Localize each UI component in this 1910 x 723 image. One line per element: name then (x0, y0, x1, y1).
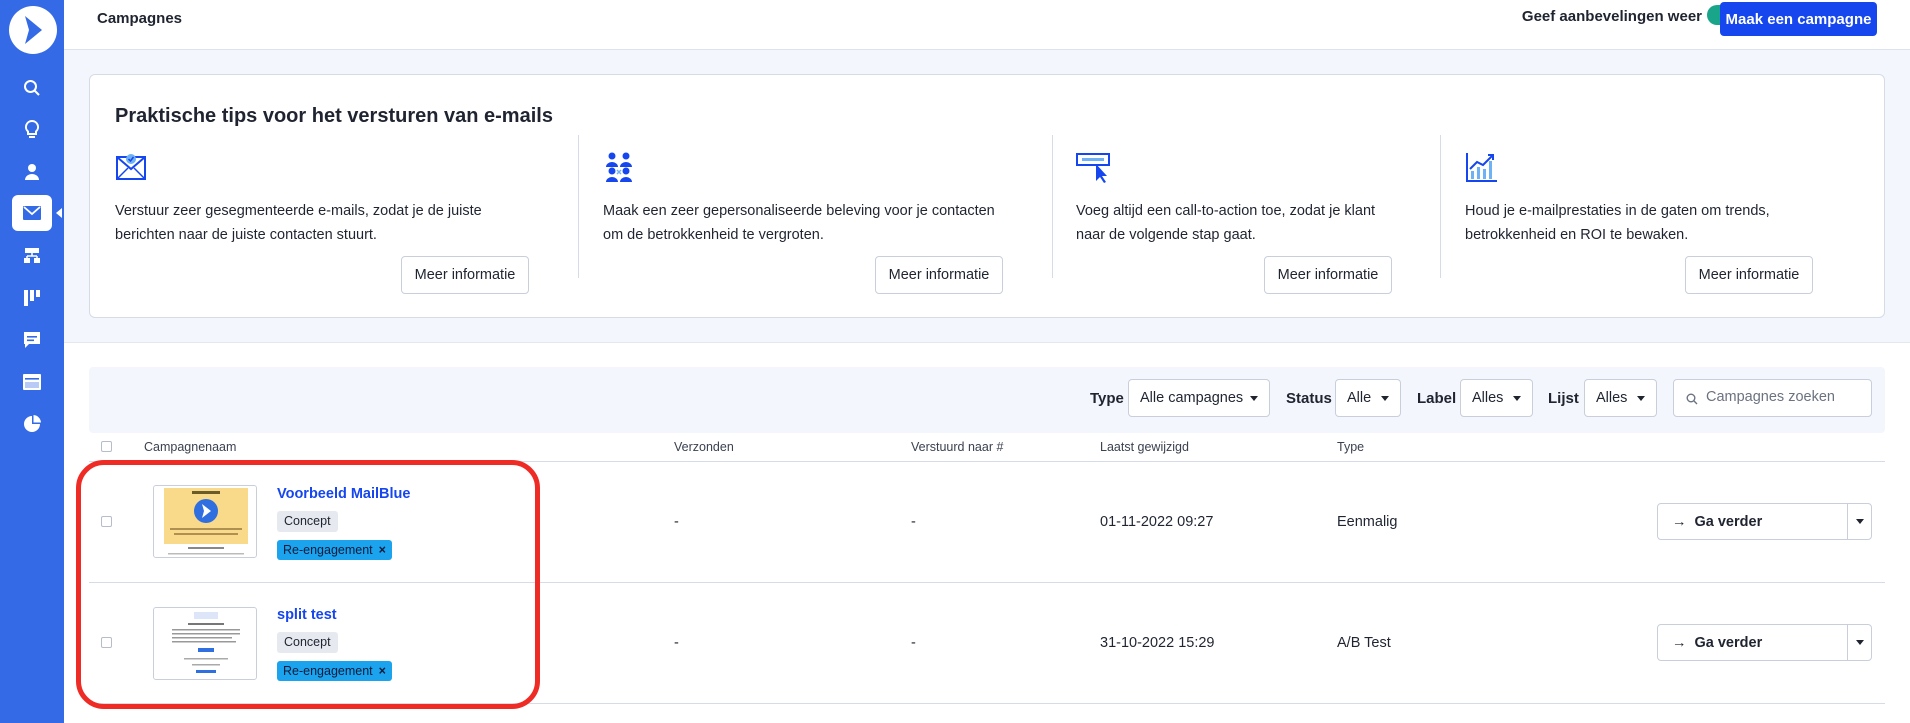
divider (1052, 135, 1053, 278)
continue-button[interactable]: → Ga verder (1658, 625, 1848, 660)
search-icon (1686, 392, 1698, 410)
pipeline-icon[interactable] (12, 280, 52, 316)
search-input[interactable] (1706, 389, 1866, 405)
tips-title: Praktische tips voor het versturen van e… (115, 105, 553, 127)
column-header-name[interactable]: Campagnenaam (144, 440, 236, 454)
status-filter-select[interactable]: Alle (1335, 379, 1401, 417)
tag-badge: Re-engagement × (277, 540, 392, 560)
divider (578, 135, 579, 278)
contacts-icon[interactable] (12, 154, 52, 190)
tag-badge: Re-engagement × (277, 661, 392, 681)
tips-card: Praktische tips voor het versturen van e… (89, 74, 1885, 318)
email-icon[interactable] (12, 195, 62, 231)
arrow-right-icon: → (1672, 514, 1687, 530)
tip-text: Verstuur zeer gesegmenteerde e-mails, zo… (115, 203, 482, 243)
row-checkbox[interactable] (101, 516, 112, 527)
continue-split-button[interactable]: → Ga verder (1657, 503, 1872, 540)
type-filter-select[interactable]: Alle campagnes (1128, 379, 1270, 417)
modified-value: 01-11-2022 09:27 (1100, 514, 1214, 530)
column-header-sent[interactable]: Verzonden (674, 440, 734, 454)
label-filter-select[interactable]: Alles (1460, 379, 1533, 417)
remove-tag-icon[interactable]: × (379, 664, 386, 681)
column-header-type[interactable]: Type (1337, 440, 1364, 454)
caret-down-icon (1250, 396, 1258, 401)
sidebar (0, 0, 64, 723)
label-filter-label: Label (1417, 390, 1457, 407)
recommendations-label: Geef aanbevelingen weer (1521, 8, 1702, 25)
tip-text: Houd je e-mailprestaties in de gaten om … (1465, 203, 1770, 243)
sent-to-value: - (911, 635, 916, 651)
list-filter-select[interactable]: Alles (1584, 379, 1657, 417)
search-icon[interactable] (12, 70, 52, 106)
page-title: Campagnes (97, 10, 183, 27)
row-checkbox[interactable] (101, 637, 112, 648)
continue-button[interactable]: → Ga verder (1658, 504, 1848, 539)
campaign-name-link[interactable]: Voorbeeld MailBlue (277, 486, 410, 502)
top-bar: Campagnes Geef aanbevelingen weer Maak e… (64, 0, 1910, 50)
campaign-thumbnail[interactable] (153, 485, 257, 558)
column-header-modified[interactable]: Laatst gewijzigd (1100, 440, 1189, 454)
people-icon (603, 151, 639, 185)
caret-down-icon (1513, 396, 1521, 401)
more-info-button[interactable]: Meer informatie (875, 256, 1003, 294)
campaign-name-link[interactable]: split test (277, 607, 337, 623)
status-filter-label: Status (1286, 390, 1332, 407)
reports-icon[interactable] (12, 406, 52, 442)
status-badge: Concept (277, 632, 338, 653)
envelope-check-icon (115, 151, 151, 185)
column-header-sent-to[interactable]: Verstuurd naar # (911, 440, 1003, 454)
type-value: A/B Test (1337, 635, 1391, 651)
more-info-button[interactable]: Meer informatie (1685, 256, 1813, 294)
caret-down-icon (1637, 396, 1645, 401)
remove-tag-icon[interactable]: × (379, 543, 386, 560)
more-info-button[interactable]: Meer informatie (1264, 256, 1392, 294)
divider (1440, 135, 1441, 278)
status-badge: Concept (277, 511, 338, 532)
list-filter-label: Lijst (1548, 390, 1579, 407)
caret-down-icon (1856, 640, 1864, 645)
arrow-right-icon: → (1672, 635, 1687, 651)
campaign-thumbnail[interactable] (153, 607, 257, 680)
cta-icon (1076, 151, 1112, 185)
create-campaign-button[interactable]: Maak een campagne (1720, 2, 1877, 36)
more-info-button[interactable]: Meer informatie (401, 256, 529, 294)
caret-down-icon (1381, 396, 1389, 401)
continue-dropdown[interactable] (1847, 504, 1871, 539)
lightbulb-icon[interactable] (12, 112, 52, 148)
site-icon[interactable] (12, 364, 52, 400)
divider (89, 461, 1885, 462)
divider (89, 703, 1885, 704)
tip-text: Voeg altijd een call-to-action toe, zoda… (1076, 203, 1376, 243)
type-filter-label: Type (1090, 390, 1124, 407)
chart-growth-icon (1465, 151, 1501, 185)
continue-dropdown[interactable] (1847, 625, 1871, 660)
type-value: Eenmalig (1337, 514, 1398, 530)
campaign-search[interactable] (1673, 379, 1872, 417)
sent-value: - (674, 635, 679, 651)
modified-value: 31-10-2022 15:29 (1100, 635, 1215, 651)
select-all-checkbox[interactable] (101, 441, 112, 452)
caret-down-icon (1856, 519, 1864, 524)
continue-split-button[interactable]: → Ga verder (1657, 624, 1872, 661)
sent-to-value: - (911, 514, 916, 530)
divider (89, 582, 1885, 583)
conversations-icon[interactable] (12, 322, 52, 358)
sent-value: - (674, 514, 679, 530)
automations-icon[interactable] (12, 238, 52, 274)
tip-text: Maak een zeer gepersonaliseerde beleving… (603, 203, 995, 243)
logo-icon[interactable] (9, 6, 57, 54)
